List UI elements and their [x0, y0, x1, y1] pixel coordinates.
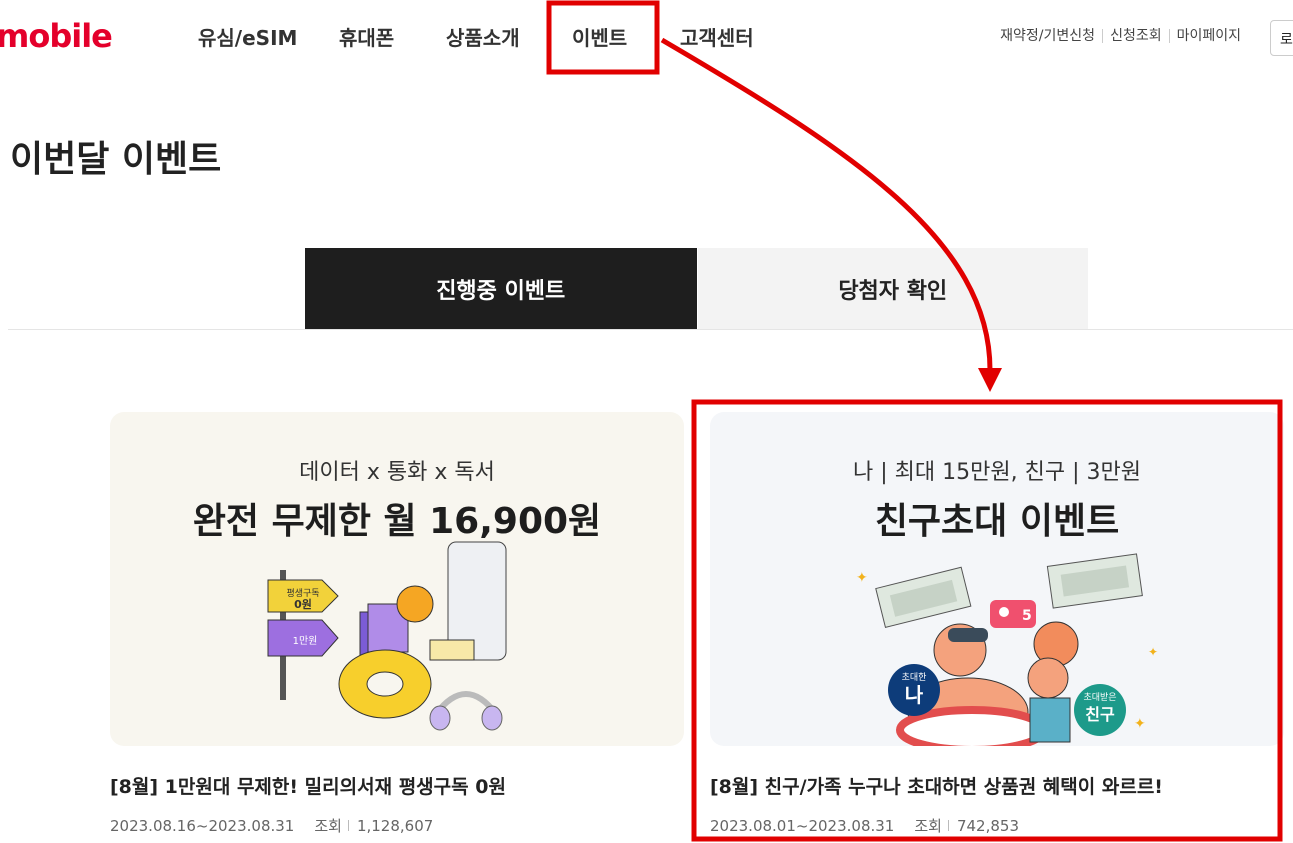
swimsuit-icon — [1029, 697, 1071, 743]
sparkle-icon: ✦ — [1134, 716, 1146, 732]
gift-voucher-icon — [1046, 553, 1143, 609]
views-label: 조회 — [914, 817, 942, 835]
headphone-cup-icon — [481, 705, 503, 731]
sign-text-3: 1만원 — [293, 635, 318, 647]
util-recontract-link[interactable]: 재약정/기변신청 — [993, 29, 1102, 43]
tab-divider — [8, 329, 1293, 330]
event-meta: 2023.08.01~2023.08.31 조회 742,853 — [710, 815, 1284, 836]
banner-title: 완전 무제한 월 16,900원 — [192, 501, 602, 542]
views-count: 1,128,607 — [356, 816, 434, 835]
badge-friend-top: 초대받은 — [1083, 692, 1116, 703]
sparkle-icon: ✦ — [856, 570, 868, 586]
banner-title: 친구초대 이벤트 — [874, 501, 1120, 542]
badge-friend-label: 친구 — [1085, 705, 1115, 724]
event-card-millie[interactable]: 평생구독 0원 1만원 데이터 x 통화 x 독서 완전 무제한 월 16,90… — [110, 412, 684, 836]
sunglasses-icon — [948, 628, 988, 642]
swim-ring-icon — [896, 706, 1048, 746]
meta-divider — [947, 820, 949, 831]
util-mypage-link[interactable]: 마이페이지 — [1168, 29, 1248, 43]
badge-me-label: 나 — [905, 683, 924, 707]
event-tabs: 진행중 이벤트 당첨자 확인 — [305, 248, 1088, 329]
login-button[interactable]: 로 — [1270, 20, 1293, 56]
brand-logo[interactable]: mobile — [0, 17, 113, 55]
event-period: 2023.08.16~2023.08.31 — [110, 816, 295, 835]
event-card-friend-invite[interactable]: 5 초대한 나 초대받은 친구 ✦ ✦ ✦ 나 | 최대 15만원, 친구 | … — [710, 412, 1284, 836]
headphone-cup-icon — [429, 705, 451, 731]
nav-customer-center[interactable]: 고객센터 — [680, 22, 754, 51]
event-title[interactable]: [8월] 친구/가족 누구나 초대하면 상품권 혜택이 와르르! — [710, 772, 1284, 799]
event-title[interactable]: [8월] 1만원대 무제한! 밀리의서재 평생구독 0원 — [110, 772, 684, 799]
event-banner[interactable]: 평생구독 0원 1만원 데이터 x 통화 x 독서 완전 무제한 월 16,90… — [110, 412, 684, 746]
badge-me-top: 초대한 — [902, 672, 927, 683]
arrow-head-icon — [978, 368, 1002, 392]
event-period: 2023.08.01~2023.08.31 — [710, 816, 895, 835]
tab-ongoing-events[interactable]: 진행중 이벤트 — [305, 248, 697, 329]
gift-voucher-icon — [875, 566, 972, 628]
sign-text-2: 0원 — [294, 597, 312, 611]
person-icon — [999, 607, 1009, 617]
nav-phones[interactable]: 휴대폰 — [339, 22, 394, 51]
event-meta: 2023.08.16~2023.08.31 조회 1,128,607 — [110, 815, 684, 836]
nav-products[interactable]: 상품소개 — [446, 22, 520, 51]
chat-count: 5 — [1022, 608, 1032, 624]
nav-usim-esim[interactable]: 유심/eSIM — [198, 22, 297, 51]
nav-events[interactable]: 이벤트 — [572, 22, 628, 74]
character-woman-icon — [1027, 657, 1069, 699]
book-stack-icon — [429, 639, 475, 661]
utility-links: 재약정/기변신청 신청조회 마이페이지 — [993, 29, 1248, 43]
orange-character-icon — [396, 585, 434, 623]
tab-winners[interactable]: 당첨자 확인 — [697, 248, 1088, 329]
views-count: 742,853 — [956, 816, 1019, 835]
views-label: 조회 — [314, 817, 342, 835]
banner-subtitle: 데이터 x 통화 x 독서 — [299, 460, 495, 485]
zero-hole-icon — [366, 671, 404, 697]
page-title: 이번달 이벤트 — [10, 139, 222, 180]
banner-subtitle: 나 | 최대 15만원, 친구 | 3만원 — [853, 460, 1141, 485]
meta-divider — [347, 820, 349, 831]
util-order-inquiry-link[interactable]: 신청조회 — [1102, 29, 1169, 43]
sparkle-icon: ✦ — [1148, 645, 1158, 659]
event-banner[interactable]: 5 초대한 나 초대받은 친구 ✦ ✦ ✦ 나 | 최대 15만원, 친구 | … — [710, 412, 1284, 746]
